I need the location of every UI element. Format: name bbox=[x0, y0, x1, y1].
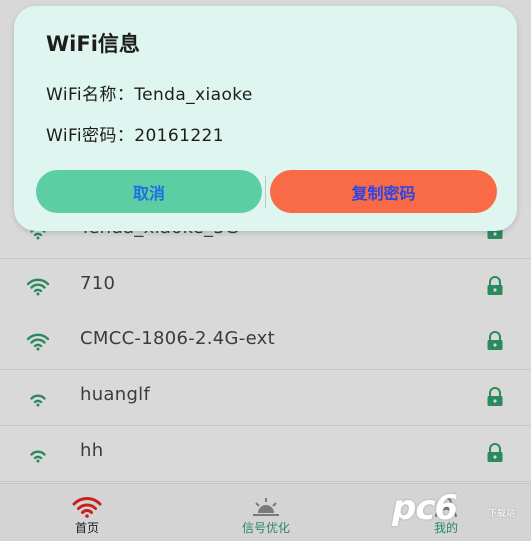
wifi-ssid: hh bbox=[80, 440, 104, 461]
button-divider bbox=[265, 176, 266, 208]
wifi-signal-icon bbox=[26, 333, 50, 351]
lock-icon bbox=[487, 331, 503, 350]
wifi-list-item[interactable]: hh bbox=[0, 426, 531, 482]
lock-icon bbox=[487, 387, 503, 406]
sunrise-icon bbox=[253, 498, 279, 516]
wifi-name-value: Tenda_xiaoke bbox=[134, 85, 253, 105]
watermark-subtext: 下载站 bbox=[488, 509, 516, 519]
tab-label: 信号优化 bbox=[241, 521, 290, 535]
wifi-password-label: WiFi密码： bbox=[46, 126, 135, 146]
dialog-title: WiFi信息 bbox=[46, 32, 140, 56]
wifi-signal-weak-icon bbox=[30, 394, 46, 407]
wifi-ssid: 710 bbox=[80, 273, 116, 294]
wifi-ssid: huanglf bbox=[80, 384, 151, 405]
lock-icon bbox=[487, 443, 503, 462]
wifi-password-row: WiFi密码：20161221 bbox=[46, 121, 224, 146]
wifi-signal-weak-icon bbox=[30, 450, 46, 463]
wifi-info-dialog: WiFi信息 WiFi名称：Tenda_xiaoke WiFi密码：201612… bbox=[14, 6, 517, 231]
lock-icon bbox=[487, 276, 503, 295]
wifi-ssid: CMCC-1806-2.4G-ext bbox=[80, 328, 275, 349]
tab-home[interactable]: 首页 bbox=[32, 484, 142, 541]
wifi-list-item[interactable]: 710 bbox=[0, 259, 531, 315]
wifi-signal-icon bbox=[72, 497, 102, 518]
wifi-signal-icon bbox=[26, 278, 50, 296]
cancel-button[interactable]: 取消 bbox=[36, 170, 262, 213]
tab-label: 首页 bbox=[74, 521, 99, 535]
copy-password-button[interactable]: 复制密码 bbox=[270, 170, 497, 213]
watermark-logo: pc6 下载站 bbox=[392, 488, 531, 540]
watermark-text: pc6 bbox=[392, 488, 458, 528]
wifi-list-item[interactable]: CMCC-1806-2.4G-ext bbox=[0, 314, 531, 370]
wifi-password-value: 20161221 bbox=[134, 126, 224, 146]
wifi-name-row: WiFi名称：Tenda_xiaoke bbox=[46, 80, 253, 105]
wifi-name-label: WiFi名称： bbox=[46, 85, 135, 105]
wifi-list-item[interactable]: huanglf bbox=[0, 370, 531, 426]
tab-signal-optimize[interactable]: 信号优化 bbox=[211, 484, 321, 541]
